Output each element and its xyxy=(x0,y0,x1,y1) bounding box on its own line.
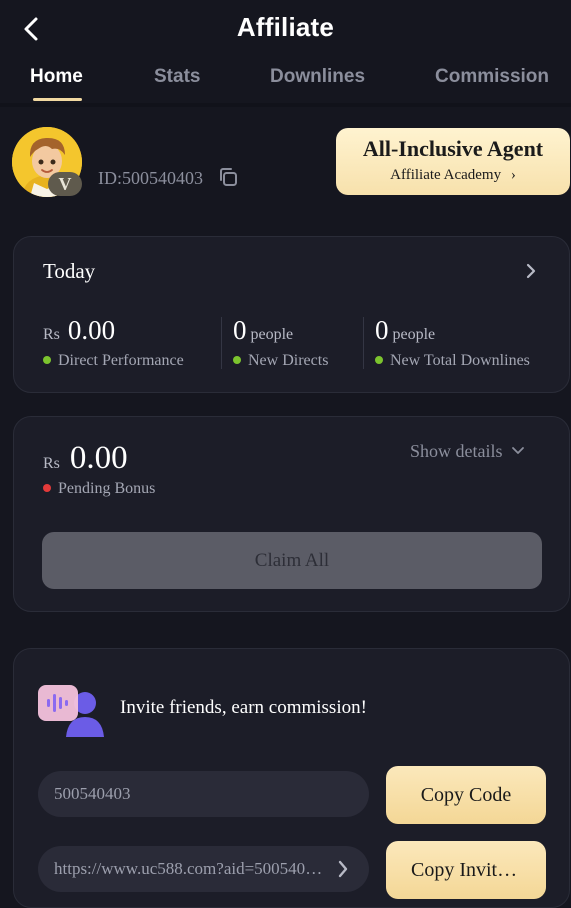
copy-code-button[interactable]: Copy Code xyxy=(386,766,546,824)
stat-unit: people xyxy=(392,326,436,343)
agent-academy-card[interactable]: All-Inclusive Agent Affiliate Academy › xyxy=(336,128,570,195)
divider xyxy=(363,317,364,369)
direct-performance-label: Direct Performance xyxy=(43,352,184,370)
pending-bonus-label: Pending Bonus xyxy=(43,480,155,498)
bonus-label-text: Pending Bonus xyxy=(58,480,156,497)
stat-label-text: New Directs xyxy=(248,352,329,369)
new-directs-value: 0 people xyxy=(233,315,293,346)
stat-value: 0 xyxy=(233,315,247,345)
vip-badge: V xyxy=(48,172,82,196)
invite-link-field[interactable]: https://www.uc588.com?aid=500540403 xyxy=(38,846,369,892)
status-dot xyxy=(43,484,51,493)
chevron-right-icon xyxy=(338,860,348,878)
pending-bonus-card: Rs 0.00 Pending Bonus Show details Claim … xyxy=(13,416,570,612)
stat-label-text: Direct Performance xyxy=(58,352,184,369)
chevron-down-icon xyxy=(511,446,524,454)
new-total-downlines-label: New Total Downlines xyxy=(375,352,530,370)
copy-icon xyxy=(220,168,237,186)
copy-invitation-link-label: Copy Invitation Link xyxy=(411,858,521,881)
pending-bonus-amount: Rs 0.00 xyxy=(43,440,128,477)
currency-label: Rs xyxy=(43,455,60,472)
invite-code-value: 500540403 xyxy=(54,784,131,803)
active-tab-indicator xyxy=(33,98,82,101)
direct-performance-value: Rs 0.00 xyxy=(43,315,115,346)
status-dot xyxy=(43,356,51,365)
tab-bar: Home Stats Downlines Commission xyxy=(0,60,571,104)
invite-link-value: https://www.uc588.com?aid=500540403 xyxy=(54,859,330,878)
today-card: Today Rs 0.00 Direct Performance 0 people… xyxy=(13,236,570,393)
agent-card-subtitle: Affiliate Academy › xyxy=(336,167,570,184)
divider xyxy=(221,317,222,369)
today-details-button[interactable] xyxy=(525,263,537,279)
today-title: Today xyxy=(43,259,96,283)
chevron-right-icon xyxy=(526,263,536,279)
user-id: ID:500540403 xyxy=(98,168,203,188)
stat-label-text: New Total Downlines xyxy=(390,352,530,369)
chevron-right-icon: › xyxy=(510,167,516,183)
tab-stats[interactable]: Stats xyxy=(154,66,200,88)
claim-all-button[interactable]: Claim All xyxy=(42,532,542,589)
agent-card-title: All-Inclusive Agent xyxy=(362,136,544,161)
copy-invitation-link-button[interactable]: Copy Invitation Link xyxy=(386,841,546,899)
tabs-divider xyxy=(0,103,571,107)
tab-downlines[interactable]: Downlines xyxy=(270,66,365,88)
invite-icon xyxy=(38,681,106,737)
stat-unit: people xyxy=(250,326,294,343)
tab-home[interactable]: Home xyxy=(30,66,83,88)
stat-value: 0 xyxy=(375,315,389,345)
invite-headline: Invite friends, earn commission! xyxy=(120,697,367,718)
copy-id-button[interactable] xyxy=(217,166,239,188)
stat-value: 0.00 xyxy=(67,315,116,345)
show-details-label: Show details xyxy=(410,441,503,461)
tab-commission[interactable]: Commission xyxy=(435,66,549,88)
currency-label: Rs xyxy=(43,326,60,343)
show-details-toggle[interactable]: Show details xyxy=(410,441,525,462)
bonus-value: 0.00 xyxy=(69,440,128,476)
app-header: Affiliate xyxy=(0,0,571,56)
new-directs-label: New Directs xyxy=(233,352,328,370)
new-total-downlines-value: 0 people xyxy=(375,315,435,346)
status-dot xyxy=(233,356,241,365)
agent-card-subtitle-text: Affiliate Academy xyxy=(390,167,502,183)
page-title: Affiliate xyxy=(236,12,335,42)
invite-card: Invite friends, earn commission! 5005404… xyxy=(13,648,570,908)
status-dot xyxy=(375,356,383,365)
invite-code-field[interactable]: 500540403 xyxy=(38,771,369,817)
